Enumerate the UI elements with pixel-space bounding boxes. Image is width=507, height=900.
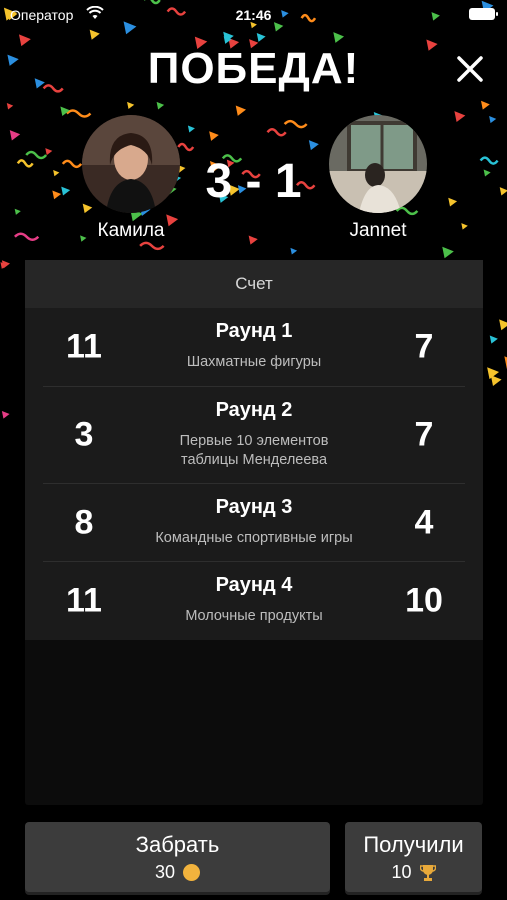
scoreboard-header: Счет xyxy=(25,260,483,308)
rounds-list: 11 Раунд 1 Шахматные фигуры 7 3 Раунд 2 … xyxy=(25,308,483,640)
match-score: 3 - 1 xyxy=(205,155,302,208)
victory-title: ПОБЕДА! xyxy=(147,44,360,93)
confetti-piece xyxy=(156,101,165,110)
confetti-piece xyxy=(283,119,308,129)
scoreboard-card: Счет 11 Раунд 1 Шахматные фигуры 7 3 Рау… xyxy=(25,260,483,805)
received-amount: 10 xyxy=(345,862,482,883)
confetti-piece xyxy=(499,319,507,331)
confetti-piece xyxy=(177,142,195,152)
confetti-piece xyxy=(248,235,258,245)
confetti-piece xyxy=(209,131,219,141)
clock: 21:46 xyxy=(235,7,272,23)
confetti-piece xyxy=(442,246,454,259)
confetti-piece xyxy=(0,262,8,269)
received-button[interactable]: Получили 10 xyxy=(345,822,482,892)
round-row: 8 Раунд 3 Командные спортивные игры 4 xyxy=(43,484,465,562)
confetti-piece xyxy=(266,128,287,137)
confetti-piece xyxy=(89,29,100,40)
coin-amount: 30 xyxy=(154,862,176,882)
confetti-piece xyxy=(60,106,70,116)
confetti-piece xyxy=(6,103,14,110)
confetti-piece xyxy=(489,335,498,344)
round-right-score: 10 xyxy=(405,581,443,620)
round-left-score: 8 xyxy=(74,503,94,541)
confetti-piece xyxy=(487,367,500,380)
confetti-piece xyxy=(139,241,165,251)
confetti-piece xyxy=(127,101,135,110)
confetti-piece xyxy=(1,410,10,419)
take-reward-button[interactable]: Забрать 30 xyxy=(25,822,330,892)
confetti-piece xyxy=(235,105,247,116)
confetti-piece xyxy=(454,111,466,123)
confetti-piece xyxy=(1,260,11,269)
confetti-piece xyxy=(14,232,40,242)
round-left-score: 3 xyxy=(74,415,94,454)
round-right-score: 7 xyxy=(414,327,434,366)
round-right-score: 7 xyxy=(414,415,434,454)
received-label: Получили xyxy=(363,832,464,857)
confetti-piece xyxy=(489,115,497,124)
confetti-piece xyxy=(256,32,266,42)
round-row: 11 Раунд 1 Шахматные фигуры 7 xyxy=(43,308,465,387)
confetti-piece xyxy=(290,247,298,255)
round-left-score: 11 xyxy=(66,327,102,366)
confetti-piece xyxy=(187,125,195,133)
confetti-piece xyxy=(481,100,490,110)
confetti-piece xyxy=(308,140,319,151)
coin-icon xyxy=(183,864,201,881)
trophy-icon xyxy=(419,864,436,881)
take-reward-label: Забрать xyxy=(135,832,220,857)
close-icon[interactable] xyxy=(455,54,485,84)
confetti-piece xyxy=(223,36,232,44)
right-player-name: Jannet xyxy=(349,220,407,241)
confetti-piece xyxy=(461,223,468,230)
round-row: 11 Раунд 4 Молочные продукты 10 xyxy=(43,562,465,640)
confetti-piece xyxy=(9,130,21,141)
confetti-piece xyxy=(490,375,502,386)
status-bar: Оператор 21:46 xyxy=(0,0,507,30)
confetti-piece xyxy=(223,31,234,43)
confetti-piece xyxy=(333,32,345,43)
round-row: 3 Раунд 2 Первые 10 элементов таблицы Ме… xyxy=(43,387,465,484)
trophy-amount: 10 xyxy=(391,862,412,882)
round-left-score: 11 xyxy=(66,581,102,620)
confetti-piece xyxy=(65,109,92,118)
left-player-name: Камила xyxy=(97,220,165,241)
battery-icon xyxy=(469,8,498,20)
round-right-score: 4 xyxy=(414,503,434,541)
take-reward-amount: 30 xyxy=(25,862,330,883)
confetti-piece xyxy=(14,208,21,215)
